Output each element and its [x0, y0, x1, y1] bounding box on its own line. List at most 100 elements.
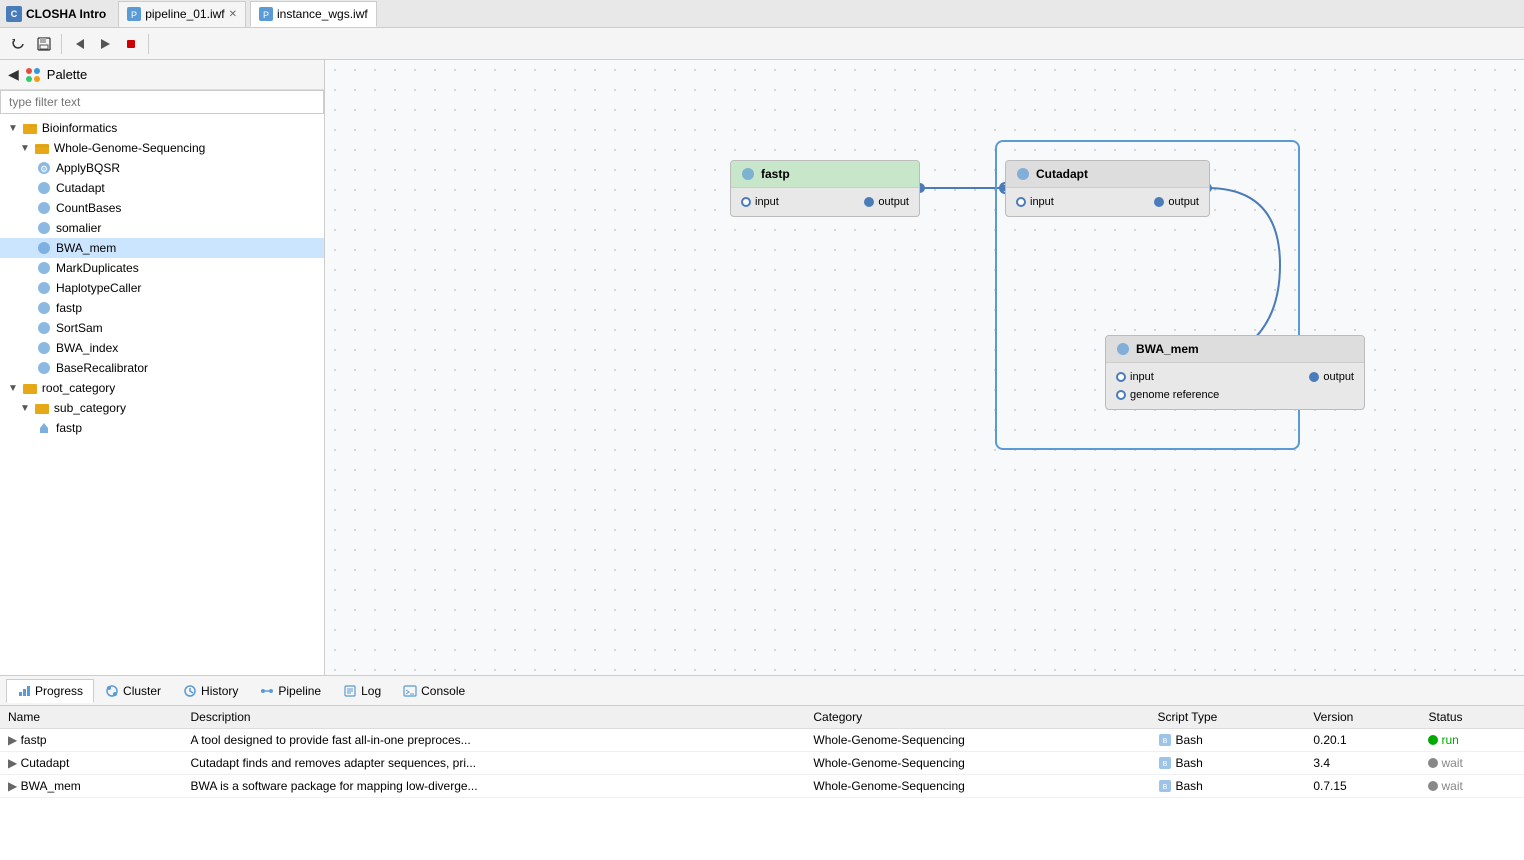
tree-item-haplotypecaller[interactable]: HaplotypeCaller [0, 278, 324, 298]
tab-label-pipeline01: pipeline_01.iwf [145, 7, 224, 21]
node-bwa-mem[interactable]: BWA_mem input genome reference output [1105, 335, 1365, 410]
bash-icon: B [1158, 779, 1172, 793]
node-fastp[interactable]: fastp input output [730, 160, 920, 217]
col-description: Description [183, 706, 806, 729]
back-button[interactable] [67, 32, 91, 56]
tab-close-pipeline01[interactable]: ✕ [229, 9, 237, 20]
tree-item-somalier[interactable]: somalier [0, 218, 324, 238]
play-button[interactable] [93, 32, 117, 56]
cell-script-type: B Bash [1150, 775, 1306, 798]
search-input[interactable] [0, 90, 324, 114]
col-name: Name [0, 706, 183, 729]
node-cutadapt-inputs: input [1016, 196, 1054, 208]
tab-label-instance-wgs: instance_wgs.iwf [277, 7, 368, 21]
tree-item-markduplicates[interactable]: MarkDuplicates [0, 258, 324, 278]
row-expander[interactable]: ▶ [8, 733, 17, 747]
stop-button[interactable] [119, 32, 143, 56]
tree-item-root-category[interactable]: ▼ root_category [0, 378, 324, 398]
bottom-tab-progress[interactable]: Progress [6, 679, 94, 703]
tab-pipeline01[interactable]: P pipeline_01.iwf ✕ [118, 1, 246, 27]
cluster-icon [105, 684, 119, 698]
tree-item-sortsam[interactable]: SortSam [0, 318, 324, 338]
tree-item-fastp-wgs[interactable]: fastp [0, 298, 324, 318]
tree-label-somalier: somalier [56, 221, 101, 235]
port-cutadapt-input[interactable]: input [1016, 196, 1054, 208]
folder-icon-root-category [22, 380, 38, 396]
table-row[interactable]: ▶ fastp A tool designed to provide fast … [0, 729, 1524, 752]
chevron-sub-category: ▼ [20, 403, 30, 414]
bottom-tab-log[interactable]: Log [332, 679, 392, 702]
cell-status: wait [1420, 752, 1524, 775]
save-button[interactable] [32, 32, 56, 56]
port-circle-cutadapt-output [1154, 197, 1164, 207]
table-header-row: Name Description Category Script Type Ve… [0, 706, 1524, 729]
node-bwa-mem-body: input genome reference output [1106, 363, 1364, 409]
canvas-area[interactable]: fastp input output [325, 60, 1524, 675]
table-row[interactable]: ▶ Cutadapt Cutadapt finds and removes ad… [0, 752, 1524, 775]
port-bwa-genome[interactable]: genome reference [1116, 389, 1219, 401]
tree-item-sub-category[interactable]: ▼ sub_category [0, 398, 324, 418]
node-icon-bwa-index [36, 340, 52, 356]
node-icon-applybqsr: ⚙ [36, 160, 52, 176]
tab-instance-wgs[interactable]: P instance_wgs.iwf [250, 1, 377, 27]
table-row[interactable]: ▶ BWA_mem BWA is a software package for … [0, 775, 1524, 798]
cell-description: A tool designed to provide fast all-in-o… [183, 729, 806, 752]
tree-item-wgs[interactable]: ▼ Whole-Genome-Sequencing [0, 138, 324, 158]
tree-item-cutadapt[interactable]: Cutadapt [0, 178, 324, 198]
refresh-icon [10, 36, 26, 52]
row-expander[interactable]: ▶ [8, 779, 17, 793]
title-bar: C CLOSHA Intro P pipeline_01.iwf ✕ P ins… [0, 0, 1524, 28]
bottom-tab-pipeline[interactable]: Pipeline [249, 679, 332, 702]
tree-label-root-category: root_category [42, 381, 115, 395]
toolbar-separator-1 [61, 34, 62, 54]
node-cutadapt-label: Cutadapt [1036, 167, 1088, 181]
history-icon [183, 684, 197, 698]
port-fastp-output[interactable]: output [864, 196, 909, 208]
chevron-wgs: ▼ [20, 143, 30, 154]
progress-icon [17, 684, 31, 698]
folder-icon-bioinformatics [22, 120, 38, 136]
toolbar-separator-2 [148, 34, 149, 54]
tree-label-fastp-root: fastp [56, 421, 82, 435]
tree-label-countbases: CountBases [56, 201, 121, 215]
tab-icon-pipeline01: P [127, 7, 141, 21]
node-bwa-mem-label: BWA_mem [1136, 342, 1199, 356]
play-icon [97, 36, 113, 52]
node-fastp-label: fastp [761, 167, 790, 181]
port-circle-bwa-input [1116, 372, 1126, 382]
node-icon-somalier [36, 220, 52, 236]
bottom-tab-cluster[interactable]: Cluster [94, 679, 172, 702]
row-expander[interactable]: ▶ [8, 756, 17, 770]
node-bwa-mem-header: BWA_mem [1106, 336, 1364, 363]
node-cutadapt[interactable]: Cutadapt input output [1005, 160, 1210, 217]
tree-item-countbases[interactable]: CountBases [0, 198, 324, 218]
bottom-tab-console[interactable]: Console [392, 679, 476, 702]
node-icon-cutadapt [36, 180, 52, 196]
port-circle-bwa-output [1309, 372, 1319, 382]
palette-title: Palette [47, 67, 87, 82]
cell-status: wait [1420, 775, 1524, 798]
tree-label-bwa-mem: BWA_mem [56, 241, 116, 255]
tab-icon-instance-wgs: P [259, 7, 273, 21]
port-cutadapt-output[interactable]: output [1154, 196, 1199, 208]
port-bwa-output[interactable]: output [1309, 371, 1354, 383]
node-fastp-header: fastp [731, 161, 919, 188]
cell-status: run [1420, 729, 1524, 752]
tree-item-bioinformatics[interactable]: ▼ Bioinformatics [0, 118, 324, 138]
refresh-button[interactable] [6, 32, 30, 56]
folder-icon-sub-category [34, 400, 50, 416]
tree-item-bwa-mem[interactable]: BWA_mem [0, 238, 324, 258]
tree-item-applybqsr[interactable]: ⚙ ApplyBQSR [0, 158, 324, 178]
tree-item-bwa-index[interactable]: BWA_index [0, 338, 324, 358]
node-cutadapt-header: Cutadapt [1006, 161, 1209, 188]
port-bwa-input[interactable]: input [1116, 371, 1219, 383]
port-fastp-input[interactable]: input [741, 196, 779, 208]
collapse-button[interactable]: ◀ [8, 66, 19, 83]
tree-item-fastp-root[interactable]: fastp [0, 418, 324, 438]
bottom-tab-history[interactable]: History [172, 679, 249, 702]
cell-version: 0.7.15 [1305, 775, 1420, 798]
svg-text:P: P [263, 10, 269, 20]
col-status: Status [1420, 706, 1524, 729]
tree-item-baserecalibrator[interactable]: BaseRecalibrator [0, 358, 324, 378]
port-label-fastp-input: input [755, 196, 779, 208]
